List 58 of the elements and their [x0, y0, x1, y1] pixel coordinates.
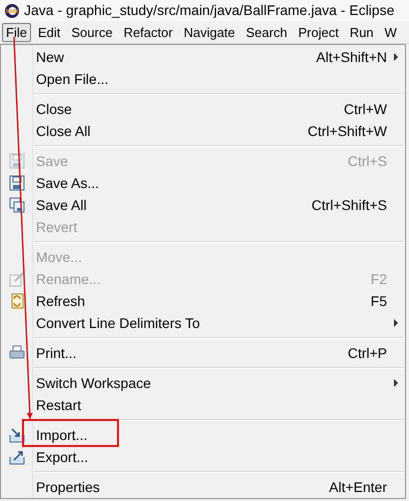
menu-item[interactable]: Close Ctrl+W	[1, 98, 405, 120]
menu-item-label: Close All	[36, 122, 90, 140]
menu-item-label: Save All	[36, 196, 87, 214]
menu-item[interactable]: Refresh F5	[1, 290, 405, 312]
menu-bar-item[interactable]: Search	[242, 22, 292, 42]
shortcut-label: Ctrl+Shift+S	[312, 196, 387, 214]
shortcut-label: Ctrl+W	[344, 100, 387, 118]
app-logo-icon	[4, 2, 20, 18]
menu-item-label: New	[36, 48, 64, 66]
menu-item-label: Revert	[36, 218, 78, 236]
menu-item[interactable]: Print... Ctrl+P	[1, 342, 405, 364]
menu-item-label: Convert Line Delimiters To	[36, 314, 200, 332]
shortcut-label: Alt+Shift+N	[316, 48, 387, 66]
shortcut-label: F5	[370, 292, 387, 310]
menu-item-label: Restart	[36, 396, 82, 414]
menu-item-label: Import...	[36, 426, 88, 445]
menu-item[interactable]: Switch Workspace	[1, 372, 405, 394]
refresh-icon	[8, 293, 24, 309]
menu-bar-item[interactable]: Run	[346, 22, 378, 42]
menu-item-label: Open File...	[36, 70, 108, 89]
pencil-note-icon	[8, 271, 24, 287]
import-icon	[8, 427, 24, 443]
menu-item-label: Print...	[36, 344, 76, 362]
menu-item-label: Save As...	[36, 174, 100, 192]
shortcut-label: Ctrl+Shift+W	[308, 122, 387, 140]
menu-item-label: Save	[36, 152, 68, 170]
menu-item[interactable]: Import...	[1, 424, 405, 446]
menu-item[interactable]: Close All Ctrl+Shift+W	[1, 120, 405, 142]
menu-item-label: Switch Workspace	[36, 374, 151, 393]
menu-item[interactable]: Export...	[1, 446, 405, 468]
menu-bar-item[interactable]: Navigate	[180, 22, 240, 42]
menu-item[interactable]: Save All Ctrl+Shift+S	[1, 194, 405, 216]
printer-icon	[8, 345, 24, 361]
menu-bar-item[interactable]: Project	[294, 22, 343, 42]
menu-item[interactable]: Properties Alt+Enter	[1, 476, 405, 498]
shortcut-label: Ctrl+P	[348, 344, 387, 362]
menu-bar-item[interactable]: Edit	[34, 22, 64, 42]
menu-item-label: Properties	[36, 478, 100, 497]
menu-item-label: Move...	[36, 248, 82, 266]
menu-item-label: Export...	[36, 448, 88, 467]
menu-item[interactable]: Open File...	[1, 68, 405, 90]
menu-bar-item[interactable]: Source	[67, 22, 117, 42]
floppy-disks-icon	[8, 197, 24, 213]
menu-bar-item[interactable]: File	[2, 22, 31, 42]
menu-item[interactable]: Convert Line Delimiters To	[1, 312, 405, 334]
window-title: Java - graphic_study/src/main/java/BallFrame.java - Eclipse	[24, 1, 394, 20]
menu-item[interactable]: New Alt+Shift+N	[1, 46, 405, 68]
shortcut-label: Alt+Enter	[329, 478, 387, 496]
menu-bar-item[interactable]: Refactor	[120, 22, 177, 42]
shortcut-label: Ctrl+S	[348, 152, 387, 170]
export-icon	[8, 449, 24, 465]
menu-item[interactable]: Restart	[1, 394, 405, 416]
menu-bar-item[interactable]: W	[380, 22, 401, 42]
shortcut-label: F2	[370, 270, 387, 288]
menu-item-label: Refresh	[36, 292, 86, 310]
menu-item-label: Close	[36, 100, 72, 118]
menu-item-label: Rename...	[36, 270, 101, 288]
menu-item[interactable]: Save As...	[1, 172, 405, 194]
